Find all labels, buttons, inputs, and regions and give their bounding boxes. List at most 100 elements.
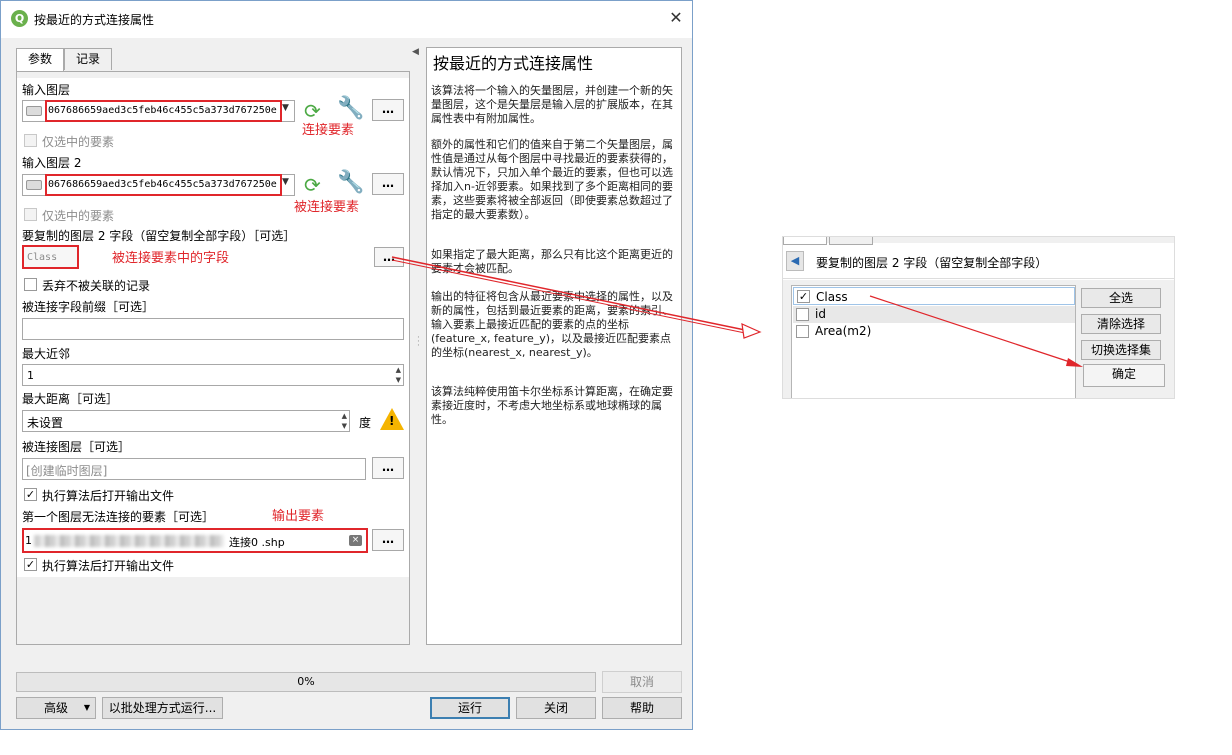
tab-params[interactable]: 参数 — [16, 48, 64, 72]
help-paragraph-4: 输出的特征将包含从最近要素中选择的属性，以及新的属性，包括到最近要素的距离，要素… — [431, 290, 673, 359]
collapse-help-icon[interactable]: ◀ — [412, 47, 419, 57]
selected-only-checkbox[interactable] — [24, 134, 37, 147]
max-distance-spinbox[interactable]: 未设置 ▲ ▼ — [22, 410, 350, 432]
open-output-checkbox[interactable]: ✓ — [24, 488, 37, 501]
input-layer-value: 067686659aed3c5feb46c455c5a373d767250e — [48, 105, 277, 116]
list-item[interactable]: Area(m2) — [793, 323, 1075, 340]
wrench-icon[interactable]: 🔧 — [337, 170, 364, 196]
input-layer-browse-button[interactable]: … — [372, 99, 404, 121]
distance-unit: 度 — [359, 416, 372, 430]
input-layer2-browse-button[interactable]: … — [372, 173, 404, 195]
max-neighbors-label: 最大近邻 — [22, 347, 71, 361]
field-checkbox-area[interactable] — [796, 325, 809, 338]
chevron-down-icon[interactable]: ▼ — [282, 177, 289, 187]
inset-tab-log[interactable]: 记录 — [829, 237, 873, 245]
input-layer2-highlight: 067686659aed3c5feb46c455c5a373d767250e — [45, 174, 282, 196]
fields-label: 要复制的图层 2 字段（留空复制全部字段）［可选］ — [22, 229, 296, 243]
progress-bar: 0% — [16, 672, 596, 692]
prefix-input[interactable] — [22, 318, 404, 340]
field-checkbox-id[interactable] — [796, 308, 809, 321]
annotation-joined-field: 被连接要素中的字段 — [112, 251, 230, 266]
fields-select-button[interactable]: … — [374, 247, 404, 267]
joined-layer-placeholder: [创建临时图层] — [26, 464, 108, 478]
help-paragraph-2: 额外的属性和它们的值来自于第二个矢量图层，属性值是通过从每个图层中寻找最近的要素… — [431, 138, 673, 221]
selected-only2-label: 仅选中的要素 — [42, 209, 115, 223]
spin-arrows-icon[interactable]: ▲ ▼ — [342, 411, 347, 431]
clear-selection-button[interactable]: 清除选择 — [1081, 314, 1161, 334]
open-output2-label: 执行算法后打开输出文件 — [42, 559, 175, 573]
max-neighbors-spinbox[interactable]: 1 ▲ ▼ — [22, 364, 404, 386]
toggle-selection-button[interactable]: 切换选择集 — [1081, 340, 1161, 360]
title-bar[interactable]: Q 按最近的方式连接属性 ✕ — [1, 1, 692, 38]
help-title: 按最近的方式连接属性 — [433, 54, 594, 73]
run-button[interactable]: 运行 — [430, 697, 510, 719]
iterate-icon[interactable]: ⟳ — [304, 174, 321, 196]
clear-input-icon[interactable]: × — [349, 535, 362, 546]
panel-band — [17, 72, 409, 78]
prefix-label: 被连接字段前缀［可选］ — [22, 300, 155, 314]
max-distance-label: 最大距离［可选］ — [22, 392, 119, 406]
select-all-button[interactable]: 全选 — [1081, 288, 1161, 308]
progress-text: 0% — [297, 675, 315, 688]
advanced-button[interactable]: 高级 ▼ — [16, 697, 96, 719]
annotation-joined-features: 被连接要素 — [294, 200, 360, 215]
batch-process-button[interactable]: 以批处理方式运行... — [102, 697, 223, 719]
input-layer2-label: 输入图层 2 — [22, 156, 82, 170]
joined-layer-browse-button[interactable]: … — [372, 457, 404, 479]
unjoinable-browse-button[interactable]: … — [372, 529, 404, 551]
help-button[interactable]: 帮助 — [602, 697, 682, 719]
help-paragraph-5: 该算法纯粹使用笛卡尔坐标系计算距离，在确定要素接近度时，不考虑大地坐标系或地球椭… — [431, 385, 673, 426]
help-paragraph-3: 如果指定了最大距离，那么只有比这个距离更近的要素才会被匹配。 — [431, 248, 673, 275]
window-title: 按最近的方式连接属性 — [34, 13, 155, 27]
list-item[interactable]: id — [793, 306, 1075, 323]
advanced-label: 高级 — [43, 701, 68, 715]
field-checkbox-class[interactable]: ✓ — [797, 290, 810, 303]
joined-layer-label: 被连接图层［可选］ — [22, 440, 131, 454]
panel-band — [17, 577, 409, 644]
list-item[interactable]: ✓ Class — [793, 287, 1075, 305]
inset-tab-log-label: 记录 — [840, 237, 862, 238]
close-button[interactable]: 关闭 — [516, 697, 596, 719]
field-name: Class — [816, 290, 848, 304]
blurred-path — [34, 535, 224, 547]
unjoinable-output-input[interactable]: 1 连接0 .shp × — [22, 528, 368, 553]
parameters-panel: 输入图层 067686659aed3c5feb46c455c5a373d7672… — [16, 71, 410, 645]
help-paragraph-1: 该算法将一个输入的矢量图层，并创建一个新的矢量图层，这个是矢量层是输入层的扩展版… — [431, 84, 673, 125]
polygon-layer-icon — [26, 180, 42, 190]
field-list: ✓ Class id Area(m2) — [791, 285, 1076, 398]
open-output2-checkbox[interactable]: ✓ — [24, 558, 37, 571]
inset-title: 要复制的图层 2 字段（留空复制全部字段） — [816, 256, 1048, 270]
fields-value: Class — [27, 252, 58, 263]
discard-label: 丢弃不被关联的记录 — [42, 279, 151, 293]
annotation-output-features: 输出要素 — [272, 509, 325, 524]
chevron-down-icon: ▼ — [83, 703, 90, 712]
splitter-grip-icon[interactable]: · · · — [417, 334, 420, 351]
chevron-down-icon[interactable]: ▼ — [282, 103, 289, 113]
help-panel: 按最近的方式连接属性 该算法将一个输入的矢量图层，并创建一个新的矢量图层，这个是… — [426, 47, 682, 645]
max-neighbors-value: 1 — [27, 369, 34, 382]
inset-header: ◀ 要复制的图层 2 字段（留空复制全部字段） — [783, 245, 1174, 279]
input-layer2-value: 067686659aed3c5feb46c455c5a373d767250e — [48, 179, 277, 190]
close-icon[interactable]: ✕ — [665, 7, 687, 29]
polygon-layer-icon — [26, 106, 42, 116]
tab-log[interactable]: 记录 — [64, 48, 112, 70]
inset-tab-params-label: 参数 — [794, 237, 816, 238]
qgis-logo-icon: Q — [11, 10, 28, 27]
ok-button[interactable]: 确定 — [1083, 364, 1165, 387]
open-output-label: 执行算法后打开输出文件 — [42, 489, 175, 503]
field-selector-inset: 参数 记录 ◀ 要复制的图层 2 字段（留空复制全部字段） ✓ Class id… — [782, 236, 1175, 399]
selected-only2-checkbox[interactable] — [24, 208, 37, 221]
discard-checkbox[interactable] — [24, 278, 37, 291]
warning-icon-mark: ! — [389, 414, 395, 428]
annotation-join-features: 连接要素 — [302, 123, 355, 138]
max-distance-value: 未设置 — [27, 416, 64, 430]
inset-tab-params[interactable]: 参数 — [783, 237, 827, 245]
field-name: Area(m2) — [815, 324, 872, 338]
input-layer-highlight: 067686659aed3c5feb46c455c5a373d767250e — [45, 100, 282, 122]
cancel-button[interactable]: 取消 — [602, 671, 682, 693]
fields-field[interactable]: Class — [22, 245, 79, 269]
spin-arrows-icon[interactable]: ▲ ▼ — [396, 365, 401, 385]
joined-layer-input[interactable]: [创建临时图层] — [22, 458, 366, 480]
back-arrow-icon[interactable]: ◀ — [786, 251, 804, 271]
algorithm-dialog: Q 按最近的方式连接属性 ✕ 参数 记录 ◀ 输入图层 067686659aed… — [0, 0, 693, 730]
